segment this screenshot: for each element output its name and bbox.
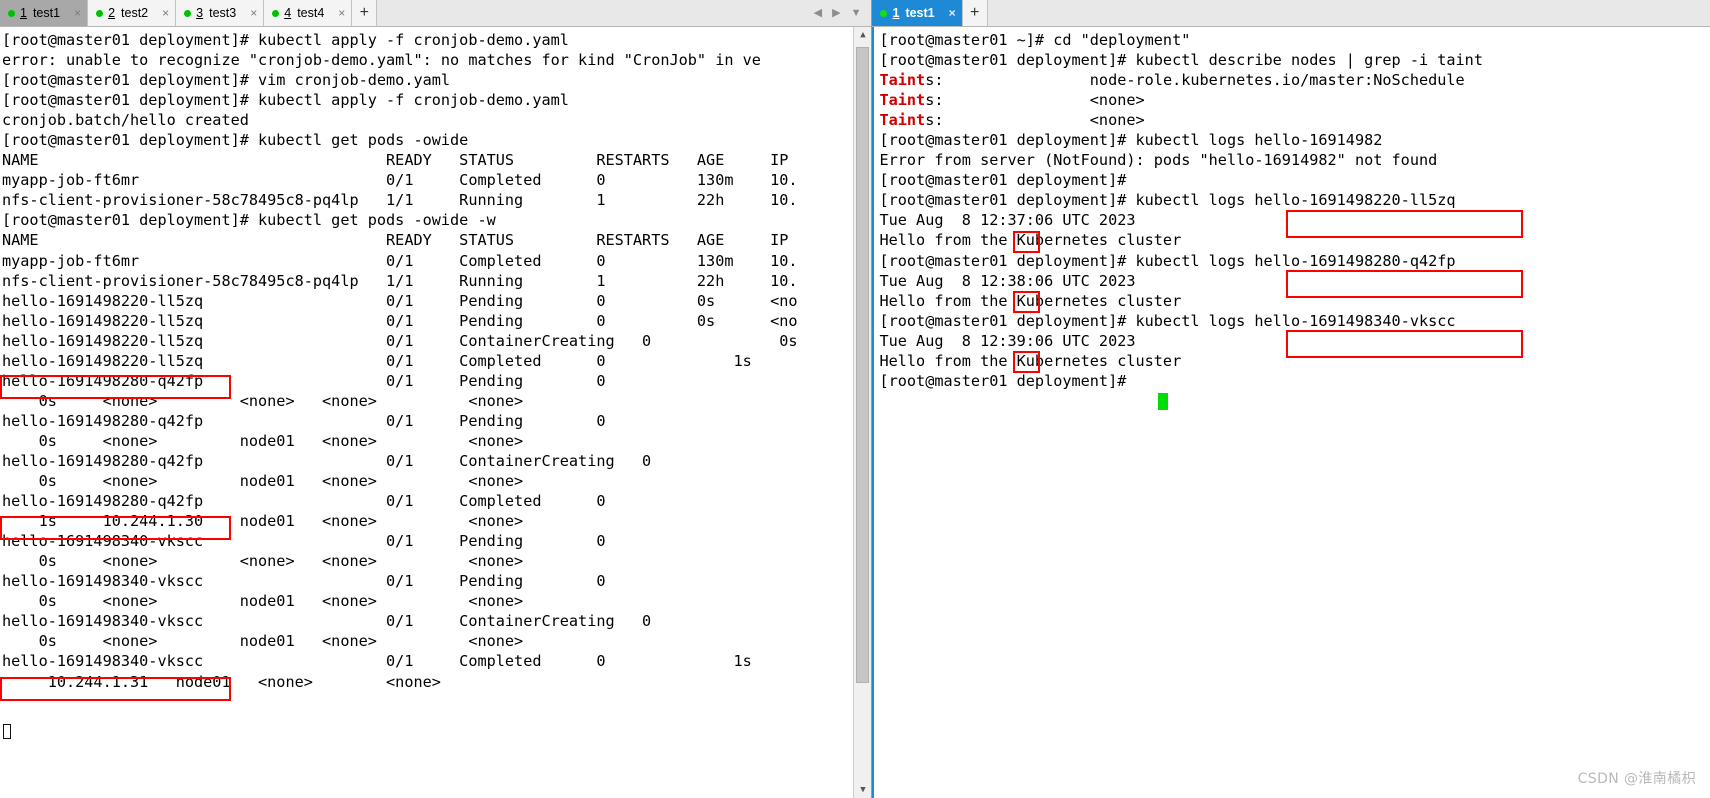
left-vertical-scrollbar[interactable]: ▲ ▼ bbox=[853, 27, 872, 798]
close-icon[interactable]: × bbox=[241, 7, 257, 19]
grep-match-text: Taint bbox=[879, 91, 926, 110]
tab-number: 1 bbox=[20, 6, 27, 20]
tab-bar-spacer bbox=[377, 0, 810, 26]
tab-test3[interactable]: 3 test3 × bbox=[176, 0, 265, 26]
left-tab-bar: 1 test1 × 2 test2 × 3 test3 × 4 test4 × bbox=[0, 0, 872, 27]
tab-label: test1 bbox=[32, 6, 61, 20]
grep-match-text: Taint bbox=[879, 111, 926, 130]
scroll-up-arrow-icon[interactable]: ▲ bbox=[854, 27, 872, 43]
tab-label: test3 bbox=[209, 6, 237, 20]
new-tab-button[interactable]: + bbox=[962, 0, 988, 26]
tab-number: 1 bbox=[892, 6, 900, 20]
right-terminal-pane: 1 test1 × + [root@master01 ~]# cd "deplo… bbox=[872, 0, 1710, 798]
close-icon[interactable]: × bbox=[65, 7, 81, 19]
left-terminal-output: [root@master01 deployment]# kubectl appl… bbox=[2, 31, 798, 691]
right-terminal-output: [root@master01 ~]# cd "deployment" [root… bbox=[879, 31, 1483, 390]
tab-bar-spacer bbox=[987, 0, 1710, 26]
terminal-application-window: 1 test1 × 2 test2 × 3 test3 × 4 test4 × bbox=[0, 0, 1710, 798]
tab-bar-navigation: ◀ ▶ ▼ bbox=[810, 0, 872, 26]
right-terminal-body: [root@master01 ~]# cd "deployment" [root… bbox=[872, 27, 1710, 798]
tab-test1[interactable]: 1 test1 × bbox=[872, 0, 963, 26]
status-dot-green-icon bbox=[184, 9, 192, 17]
tab-number: 3 bbox=[196, 6, 204, 20]
left-terminal-screen[interactable]: [root@master01 deployment]# kubectl appl… bbox=[0, 27, 853, 798]
tab-label: test4 bbox=[297, 6, 325, 20]
grep-match-text: Taint bbox=[879, 71, 926, 90]
scroll-down-arrow-icon[interactable]: ▼ bbox=[854, 782, 872, 798]
chevron-down-icon[interactable]: ▼ bbox=[851, 7, 862, 19]
new-tab-button[interactable]: + bbox=[352, 0, 378, 26]
tab-test2[interactable]: 2 test2 × bbox=[88, 0, 177, 26]
tab-label: test2 bbox=[121, 6, 149, 20]
tab-test1[interactable]: 1 test1 × bbox=[0, 0, 89, 26]
tab-test4[interactable]: 4 test4 × bbox=[264, 0, 353, 26]
scroll-track[interactable] bbox=[854, 43, 872, 782]
close-icon[interactable]: × bbox=[329, 7, 345, 19]
status-dot-green-icon bbox=[96, 9, 104, 17]
scroll-thumb[interactable] bbox=[856, 47, 870, 683]
left-terminal-body: [root@master01 deployment]# kubectl appl… bbox=[0, 27, 872, 798]
terminal-cursor bbox=[1158, 393, 1169, 410]
right-tab-bar: 1 test1 × + bbox=[872, 0, 1710, 27]
right-terminal-screen[interactable]: [root@master01 ~]# cd "deployment" [root… bbox=[872, 27, 1710, 798]
close-icon[interactable]: × bbox=[153, 7, 169, 19]
left-terminal-pane: 1 test1 × 2 test2 × 3 test3 × 4 test4 × bbox=[0, 0, 873, 798]
terminal-cursor bbox=[3, 724, 11, 739]
chevron-left-icon[interactable]: ◀ bbox=[814, 7, 822, 19]
tab-number: 2 bbox=[108, 6, 116, 20]
status-dot-green-icon bbox=[272, 9, 280, 17]
tab-number: 4 bbox=[284, 6, 292, 20]
close-icon[interactable]: × bbox=[940, 7, 956, 19]
chevron-right-icon[interactable]: ▶ bbox=[832, 7, 840, 19]
status-dot-green-icon bbox=[880, 9, 888, 17]
status-dot-green-icon bbox=[8, 9, 15, 17]
tab-label: test1 bbox=[905, 6, 935, 20]
watermark: CSDN @淮南橘枳 bbox=[1577, 771, 1696, 787]
